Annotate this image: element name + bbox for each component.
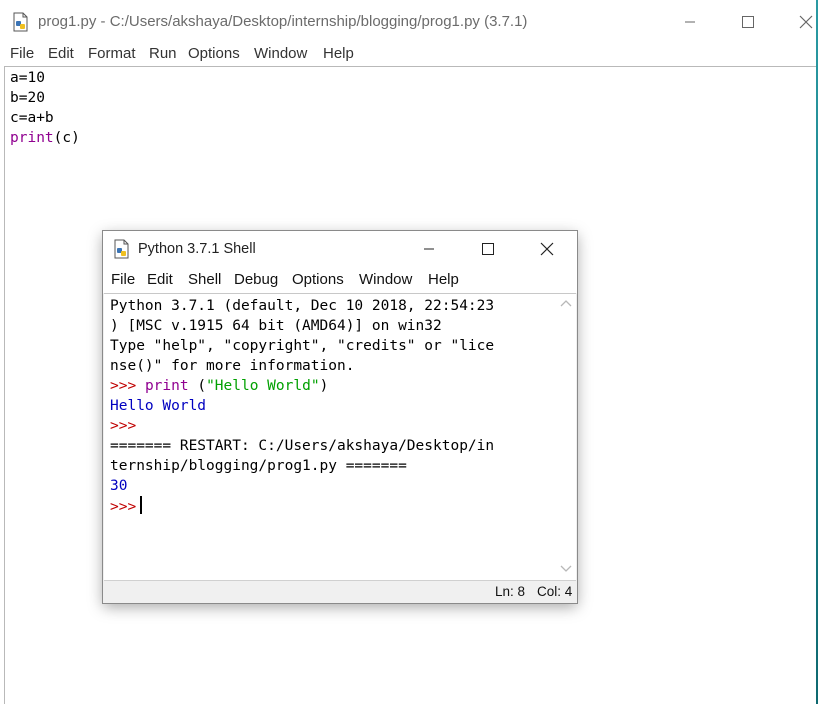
code-line: print(c): [10, 128, 80, 148]
code-text: (c): [53, 130, 80, 146]
shell-text: ): [319, 378, 329, 394]
shell-line: >>> print ("Hello World"): [110, 376, 494, 396]
menu-window[interactable]: Window: [254, 45, 307, 62]
shell-minimize-button[interactable]: [409, 235, 449, 263]
menu-edit[interactable]: Edit: [48, 45, 74, 62]
code-line: b=20: [10, 90, 45, 106]
menu-run[interactable]: Run: [149, 45, 177, 62]
close-button[interactable]: [786, 8, 818, 36]
shell-maximize-button[interactable]: [468, 235, 508, 263]
close-icon: [799, 15, 813, 29]
shell-titlebar[interactable]: Python 3.7.1 Shell: [103, 231, 577, 267]
status-line: Ln: 8: [495, 584, 526, 599]
python-file-icon: [12, 12, 30, 32]
maximize-icon: [482, 243, 494, 255]
shell-line: ======= RESTART: C:/Users/akshaya/Deskto…: [110, 438, 495, 454]
minimize-button[interactable]: [670, 8, 710, 36]
menu-format[interactable]: Format: [88, 45, 136, 62]
scrollbar-arrows: [560, 300, 572, 572]
editor-title: prog1.py - C:/Users/akshaya/Desktop/inte…: [38, 13, 528, 30]
status-col: Col: 4: [537, 584, 573, 599]
shell-prompt: >>>: [110, 378, 137, 394]
code-line: a=10: [10, 70, 45, 86]
shell-line: Python 3.7.1 (default, Dec 10 2018, 22:5…: [110, 298, 495, 314]
shell-menu-help[interactable]: Help: [428, 271, 459, 288]
minimize-icon: [685, 21, 695, 23]
minimize-icon: [424, 248, 434, 250]
shell-menubar: File Edit Shell Debug Options Window Hel…: [103, 267, 577, 293]
editor-code-area[interactable]: a=10 b=20 c=a+b print(c): [10, 68, 80, 148]
shell-output-line: Hello World: [110, 398, 207, 414]
editor-frame-edge: [4, 66, 5, 704]
python-shell-icon: [113, 239, 131, 259]
shell-output-line: 30: [110, 478, 128, 494]
menu-help[interactable]: Help: [323, 45, 354, 62]
shell-statusbar: Ln: 8 Col: 4: [104, 580, 576, 603]
shell-prompt: >>>: [110, 499, 137, 515]
code-line: c=a+b: [10, 110, 54, 126]
shell-text: (: [188, 378, 207, 394]
editor-menu-divider: [4, 66, 818, 67]
shell-window: Python 3.7.1 Shell File Edit Shell Debug…: [103, 231, 577, 603]
editor-titlebar[interactable]: prog1.py - C:/Users/akshaya/Desktop/inte…: [0, 0, 818, 44]
shell-keyword: print: [144, 378, 189, 394]
shell-menu-edit[interactable]: Edit: [147, 271, 173, 288]
shell-line: ) [MSC v.1915 64 bit (AMD64)] on win32: [110, 318, 442, 334]
shell-menu-options[interactable]: Options: [292, 271, 344, 288]
shell-output-area[interactable]: Python 3.7.1 (default, Dec 10 2018, 22:5…: [104, 293, 556, 580]
shell-title: Python 3.7.1 Shell: [138, 241, 256, 257]
code-keyword: print: [10, 130, 54, 146]
shell-menu-debug[interactable]: Debug: [234, 271, 278, 288]
shell-menu-file[interactable]: File: [111, 271, 135, 288]
shell-line: >>>: [110, 416, 494, 436]
shell-line: nse()" for more information.: [110, 358, 355, 374]
shell-line: ternship/blogging/prog1.py =======: [110, 458, 407, 474]
shell-menu-window[interactable]: Window: [359, 271, 412, 288]
text-cursor: [140, 496, 143, 514]
scroll-down-icon: [560, 565, 572, 572]
menu-options[interactable]: Options: [188, 45, 240, 62]
shell-prompt: >>>: [110, 418, 137, 434]
shell-input-line[interactable]: >>>: [110, 496, 494, 516]
menu-file[interactable]: File: [10, 45, 34, 62]
maximize-button[interactable]: [728, 8, 768, 36]
maximize-icon: [742, 16, 754, 28]
editor-menubar: File Edit Format Run Options Window Help: [0, 44, 818, 66]
shell-close-button[interactable]: [527, 235, 567, 263]
shell-line: Type "help", "copyright", "credits" or "…: [110, 338, 495, 354]
shell-menu-shell[interactable]: Shell: [188, 271, 221, 288]
scroll-up-icon: [560, 300, 572, 307]
shell-string: "Hello World": [206, 378, 320, 394]
close-icon: [540, 242, 554, 256]
shell-scrollbar[interactable]: [556, 293, 576, 580]
